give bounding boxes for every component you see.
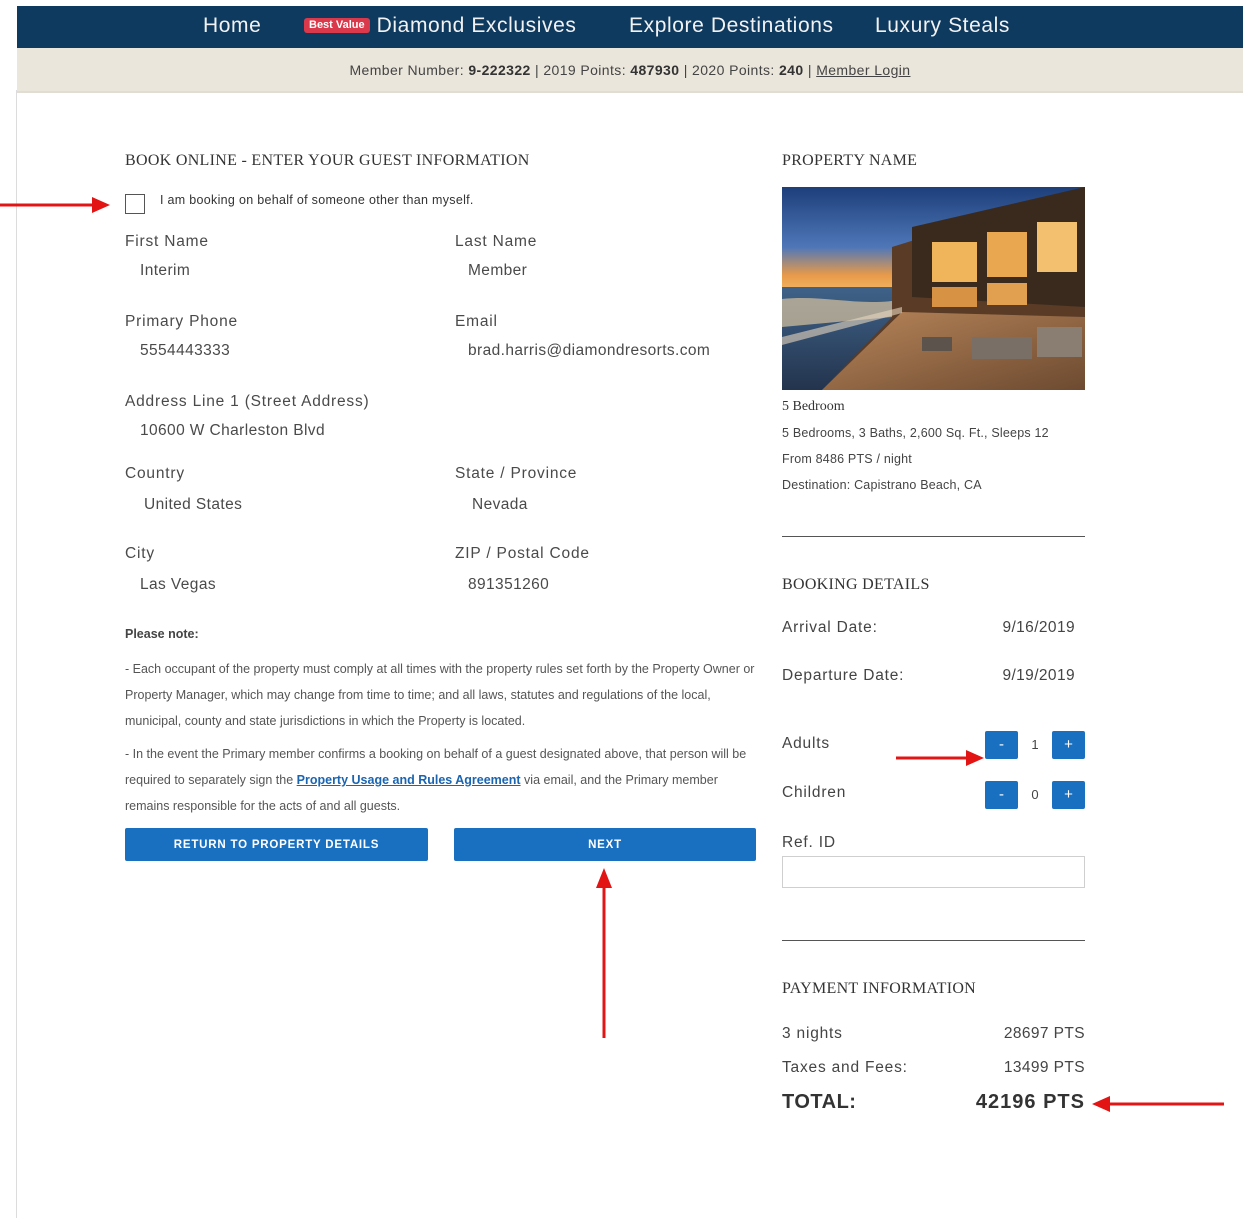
departure-value: 9/19/2019 bbox=[1002, 667, 1075, 684]
member-bar: Member Number: 9-222322 | 2019 Points: 4… bbox=[17, 48, 1243, 93]
nav-diamond-exclusives[interactable]: Best Value Diamond Exclusives bbox=[304, 6, 577, 48]
behalf-checkbox[interactable] bbox=[125, 194, 145, 214]
phone-value: 5554443333 bbox=[140, 342, 231, 359]
phone-label: Primary Phone bbox=[125, 313, 238, 330]
points-2020-label: 2020 Points: bbox=[692, 62, 775, 78]
points-2020: 240 bbox=[778, 62, 804, 78]
nights-label: 3 nights bbox=[782, 1025, 843, 1042]
property-price: From 8486 PTS / night bbox=[782, 452, 912, 466]
arrival-label: Arrival Date: bbox=[782, 619, 878, 636]
annotation-arrow-total bbox=[1092, 1096, 1224, 1112]
children-label: Children bbox=[782, 784, 847, 801]
divider bbox=[782, 940, 1085, 941]
last-name-value: Member bbox=[468, 262, 528, 279]
property-destination: Destination: Capistrano Beach, CA bbox=[782, 478, 982, 492]
separator: | bbox=[807, 62, 812, 78]
state-value: Nevada bbox=[472, 496, 528, 513]
annotation-arrow-checkbox bbox=[0, 197, 110, 213]
children-minus-button[interactable]: - bbox=[985, 781, 1018, 809]
member-number: 9-222322 bbox=[468, 62, 531, 78]
email-label: Email bbox=[455, 313, 498, 330]
nav-luxury-steals[interactable]: Luxury Steals bbox=[875, 6, 1010, 48]
points-2019: 487930 bbox=[630, 62, 680, 78]
adults-count: 1 bbox=[1031, 737, 1039, 752]
address-value: 10600 W Charleston Blvd bbox=[140, 422, 325, 439]
state-label: State / Province bbox=[455, 465, 578, 482]
city-label: City bbox=[125, 545, 155, 562]
annotation-arrow-next bbox=[596, 868, 612, 1038]
country-value: United States bbox=[144, 496, 243, 513]
form-heading: BOOK ONLINE - ENTER YOUR GUEST INFORMATI… bbox=[125, 152, 530, 169]
payment-heading: PAYMENT INFORMATION bbox=[782, 980, 977, 997]
member-info: Member Number: 9-222322 | 2019 Points: 4… bbox=[17, 62, 1243, 78]
member-number-label: Member Number: bbox=[349, 62, 465, 78]
note-occupant-rules: - Each occupant of the property must com… bbox=[125, 662, 755, 728]
adults-plus-button[interactable]: + bbox=[1052, 731, 1085, 759]
separator: | bbox=[683, 62, 688, 78]
adults-label: Adults bbox=[782, 735, 830, 752]
page-border bbox=[16, 90, 17, 1218]
last-name-label: Last Name bbox=[455, 233, 538, 250]
points-2019-label: 2019 Points: bbox=[543, 62, 626, 78]
total-label: TOTAL: bbox=[782, 1091, 857, 1113]
nav-explore-destinations[interactable]: Explore Destinations bbox=[629, 6, 834, 48]
nav-home[interactable]: Home bbox=[203, 6, 261, 48]
country-label: Country bbox=[125, 465, 185, 482]
top-nav: Home Best Value Diamond Exclusives Explor… bbox=[17, 6, 1243, 48]
note-heading: Please note: bbox=[125, 627, 199, 641]
booking-heading: BOOKING DETAILS bbox=[782, 576, 930, 593]
divider bbox=[782, 536, 1085, 537]
property-heading: PROPERTY NAME bbox=[782, 152, 918, 169]
next-button[interactable]: NEXT bbox=[454, 828, 756, 861]
property-photo bbox=[782, 187, 1085, 390]
taxes-label: Taxes and Fees: bbox=[782, 1059, 908, 1076]
ref-id-input[interactable] bbox=[782, 856, 1085, 888]
nights-value: 28697 PTS bbox=[1003, 1025, 1085, 1042]
behalf-checkbox-label: I am booking on behalf of someone other … bbox=[160, 193, 474, 207]
return-button[interactable]: RETURN TO PROPERTY DETAILS bbox=[125, 828, 428, 861]
property-photo-image bbox=[782, 187, 1085, 390]
member-login-link[interactable]: Member Login bbox=[816, 62, 910, 78]
zip-label: ZIP / Postal Code bbox=[455, 545, 590, 562]
note-guest-booking: - In the event the Primary member confir… bbox=[125, 741, 757, 819]
address-label: Address Line 1 (Street Address) bbox=[125, 393, 370, 410]
first-name-label: First Name bbox=[125, 233, 209, 250]
usage-rules-link[interactable]: Property Usage and Rules Agreement bbox=[297, 773, 521, 787]
taxes-value: 13499 PTS bbox=[1003, 1059, 1085, 1076]
city-value: Las Vegas bbox=[140, 576, 216, 593]
ref-id-label: Ref. ID bbox=[782, 834, 836, 851]
email-value: brad.harris@diamondresorts.com bbox=[468, 342, 711, 359]
annotation-arrow-adults bbox=[896, 750, 984, 766]
separator: | bbox=[535, 62, 540, 78]
first-name-value: Interim bbox=[140, 262, 191, 279]
arrival-value: 9/16/2019 bbox=[1002, 619, 1075, 636]
nav-diamond-label: Diamond Exclusives bbox=[376, 14, 577, 37]
children-plus-button[interactable]: + bbox=[1052, 781, 1085, 809]
property-title: 5 Bedroom bbox=[782, 399, 845, 414]
adults-minus-button[interactable]: - bbox=[985, 731, 1018, 759]
property-specs: 5 Bedrooms, 3 Baths, 2,600 Sq. Ft., Slee… bbox=[782, 426, 1049, 440]
best-value-badge: Best Value bbox=[304, 18, 370, 33]
departure-label: Departure Date: bbox=[782, 667, 905, 684]
zip-value: 891351260 bbox=[468, 576, 550, 593]
children-count: 0 bbox=[1031, 787, 1039, 802]
total-value: 42196 PTS bbox=[975, 1091, 1085, 1113]
